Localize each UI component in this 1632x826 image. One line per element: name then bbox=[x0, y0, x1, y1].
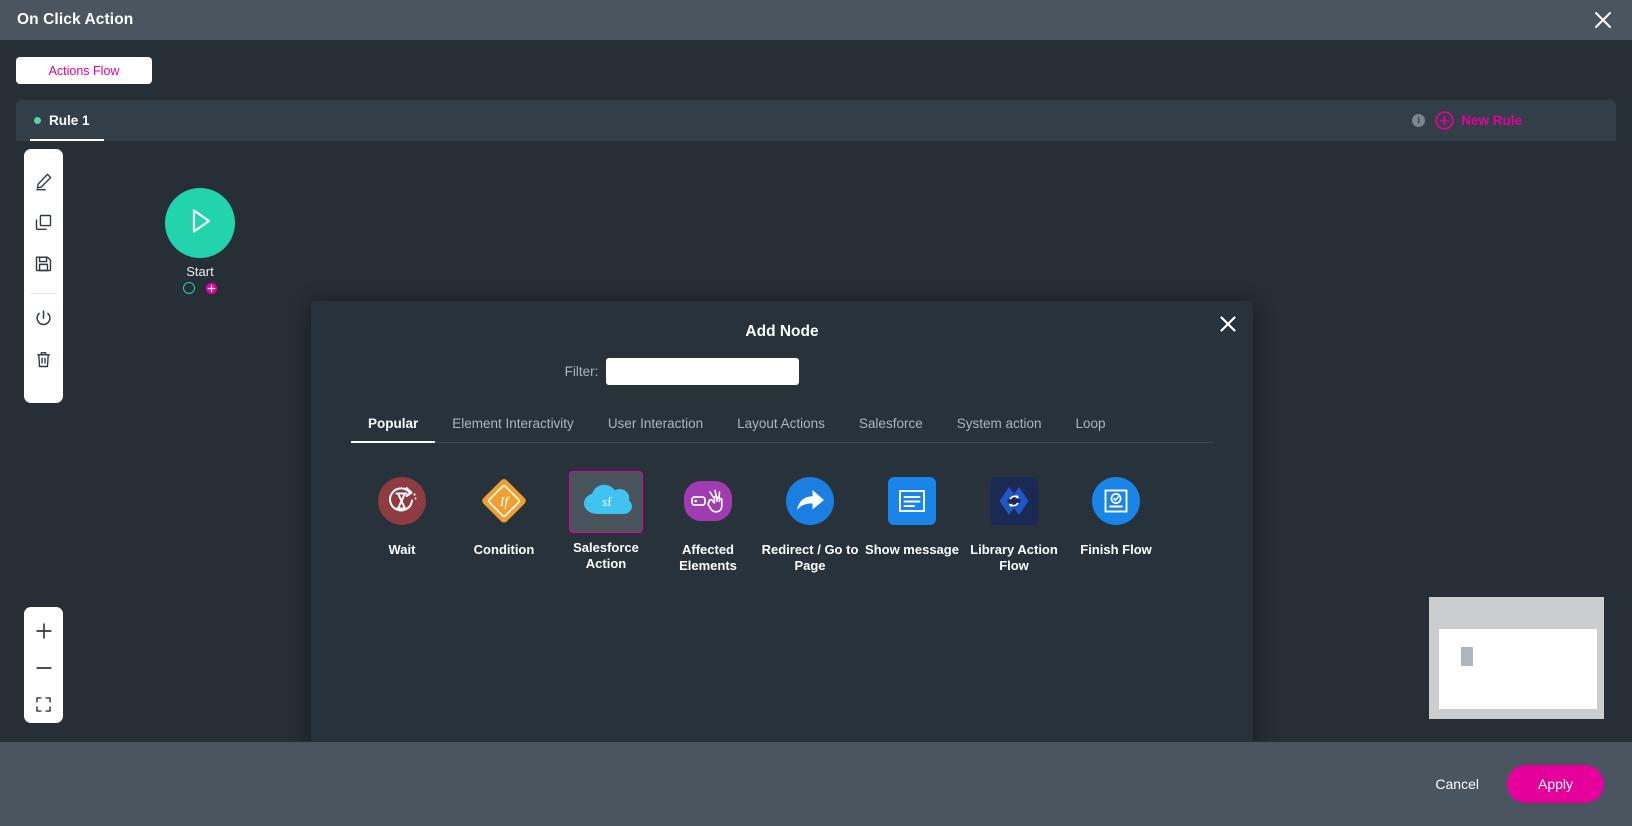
node-option-label: Wait bbox=[388, 542, 416, 557]
new-rule-area: i New Rule bbox=[1412, 100, 1522, 141]
library-action-flow-icon bbox=[990, 476, 1038, 530]
power-icon[interactable] bbox=[24, 298, 63, 339]
start-node-label: Start bbox=[186, 264, 214, 279]
canvas-toolbar bbox=[24, 149, 63, 403]
copy-icon[interactable] bbox=[24, 202, 63, 243]
plus-circle-icon bbox=[1435, 111, 1454, 130]
filter-label: Filter: bbox=[564, 364, 599, 379]
toolbar-divider bbox=[30, 293, 57, 294]
window-title-bar: On Click Action bbox=[0, 0, 1632, 40]
rule-status-dot bbox=[34, 117, 41, 124]
node-option-condition[interactable]: If Condition bbox=[453, 471, 555, 574]
node-option-library-action-flow[interactable]: Library Action Flow bbox=[963, 471, 1065, 574]
node-option-label: Show message bbox=[865, 542, 959, 557]
cancel-button[interactable]: Cancel bbox=[1435, 776, 1479, 792]
close-icon[interactable] bbox=[1215, 311, 1241, 337]
actions-flow-chip-label: Actions Flow bbox=[48, 63, 120, 78]
node-type-grid: Wait If Condition sf Salesforce Action A… bbox=[351, 471, 1253, 574]
minimap[interactable] bbox=[1429, 597, 1604, 719]
play-icon bbox=[182, 203, 218, 244]
node-category-tabs: Popular Element Interactivity User Inter… bbox=[351, 410, 1213, 443]
canvas-zoom-controls bbox=[24, 607, 63, 723]
edit-icon[interactable] bbox=[24, 161, 63, 202]
actions-flow-chip[interactable]: Actions Flow bbox=[16, 57, 152, 84]
tab-loop[interactable]: Loop bbox=[1059, 410, 1123, 442]
save-icon[interactable] bbox=[24, 243, 63, 284]
node-option-label: Affected Elements bbox=[679, 542, 737, 573]
filter-row: Filter: bbox=[311, 358, 1253, 385]
svg-text:sf: sf bbox=[602, 494, 612, 509]
node-option-redirect[interactable]: Redirect / Go to Page bbox=[759, 471, 861, 574]
node-option-salesforce-action[interactable]: sf Salesforce Action bbox=[555, 471, 657, 574]
node-option-finish-flow[interactable]: Finish Flow bbox=[1065, 471, 1167, 574]
redirect-arrow-icon bbox=[786, 476, 834, 530]
condition-icon-wrap: If bbox=[468, 471, 540, 535]
output-port[interactable] bbox=[182, 282, 195, 294]
tab-system-action[interactable]: System action bbox=[940, 410, 1059, 442]
node-option-show-message[interactable]: Show message bbox=[861, 471, 963, 574]
wait-hourglass-icon bbox=[378, 476, 426, 530]
salesforce-icon-wrap: sf bbox=[569, 471, 643, 533]
add-node-port[interactable] bbox=[205, 282, 218, 295]
start-node-circle[interactable] bbox=[165, 188, 235, 258]
library-action-flow-icon-wrap bbox=[978, 471, 1050, 535]
show-message-icon bbox=[888, 476, 936, 530]
node-option-label: Salesforce Action bbox=[573, 540, 639, 571]
affected-elements-icon-wrap bbox=[672, 471, 744, 535]
wait-icon-wrap bbox=[366, 471, 438, 535]
start-node-ports bbox=[148, 282, 252, 295]
new-rule-label: New Rule bbox=[1461, 113, 1522, 128]
tab-layout-actions[interactable]: Layout Actions bbox=[720, 410, 842, 442]
redirect-icon-wrap bbox=[774, 471, 846, 535]
finish-flow-icon bbox=[1092, 476, 1140, 530]
node-option-label: Condition bbox=[473, 542, 535, 557]
node-option-affected-elements[interactable]: Affected Elements bbox=[657, 471, 759, 574]
dialog-footer: Cancel Apply bbox=[0, 742, 1632, 826]
minimap-node bbox=[1461, 647, 1473, 666]
tab-user-interaction[interactable]: User Interaction bbox=[591, 410, 720, 442]
node-option-label: Finish Flow bbox=[1080, 542, 1152, 557]
fit-screen-icon[interactable] bbox=[24, 686, 63, 723]
add-node-dialog: Add Node Filter: Popular Element Interac… bbox=[311, 301, 1253, 741]
trash-icon[interactable] bbox=[24, 339, 63, 380]
salesforce-cloud-icon: sf bbox=[578, 480, 634, 525]
add-node-title: Add Node bbox=[745, 323, 819, 340]
zoom-out-icon[interactable] bbox=[24, 649, 63, 686]
affected-elements-click-icon bbox=[682, 477, 734, 530]
on-click-action-dialog: On Click Action Actions Flow Rule 1 i Ne… bbox=[0, 0, 1632, 826]
node-option-label: Redirect / Go to Page bbox=[761, 542, 859, 573]
tab-element-interactivity[interactable]: Element Interactivity bbox=[435, 410, 591, 442]
finish-flow-icon-wrap bbox=[1080, 471, 1152, 535]
flow-canvas[interactable]: Start Add Node Filter: Popular Element I… bbox=[16, 141, 1616, 741]
rule-tab-rule-1[interactable]: Rule 1 bbox=[22, 100, 104, 141]
apply-button[interactable]: Apply bbox=[1507, 765, 1604, 803]
rule-tab-label: Rule 1 bbox=[49, 113, 90, 128]
condition-if-icon: If bbox=[479, 476, 529, 531]
show-message-icon-wrap bbox=[876, 471, 948, 535]
start-node[interactable]: Start bbox=[148, 188, 252, 295]
add-new-rule-button[interactable]: New Rule bbox=[1435, 111, 1522, 130]
rule-tab-strip: Rule 1 i New Rule bbox=[16, 100, 1616, 141]
node-option-wait[interactable]: Wait bbox=[351, 471, 453, 574]
tab-popular[interactable]: Popular bbox=[351, 410, 436, 443]
node-option-label: Library Action Flow bbox=[970, 542, 1058, 573]
info-icon[interactable]: i bbox=[1412, 114, 1426, 127]
close-icon[interactable] bbox=[1590, 7, 1616, 33]
tab-salesforce[interactable]: Salesforce bbox=[842, 410, 940, 442]
minimap-viewport bbox=[1439, 629, 1597, 709]
page-title: On Click Action bbox=[17, 11, 134, 28]
zoom-in-icon[interactable] bbox=[24, 612, 63, 649]
filter-input[interactable] bbox=[606, 358, 800, 385]
